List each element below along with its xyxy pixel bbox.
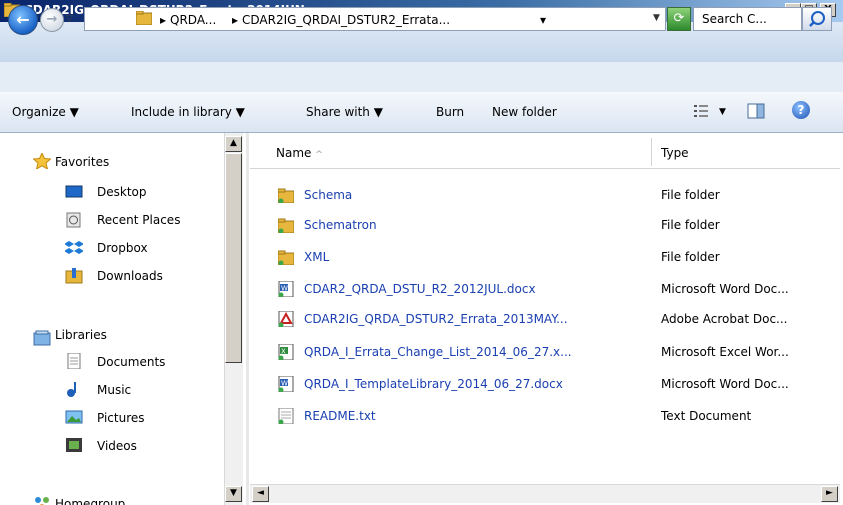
file-type: File folder: [661, 188, 720, 202]
organize-button[interactable]: Organize ▼: [12, 105, 79, 119]
scroll-up-icon[interactable]: ▲: [225, 136, 242, 152]
history-dropdown-icon[interactable]: ▽: [66, 14, 73, 24]
folder-icon: [136, 11, 152, 25]
search-input[interactable]: Search C...: [693, 7, 802, 31]
nav-videos[interactable]: Videos: [97, 439, 137, 453]
file-type: Microsoft Word Doc...: [661, 377, 789, 391]
toolbar-gap: [0, 62, 843, 92]
back-arrow-icon: ←: [16, 10, 30, 29]
sort-ascending-icon: ^: [315, 150, 323, 160]
new-folder-button[interactable]: New folder: [492, 105, 557, 119]
file-row[interactable]: Schematron File folder: [250, 212, 840, 240]
file-row[interactable]: CDAR2IG_QRDA_DSTUR2_Errata_2013MAY... Ad…: [250, 306, 840, 334]
file-name[interactable]: CDAR2IG_QRDA_DSTUR2_Errata_2013MAY...: [304, 312, 568, 326]
file-row[interactable]: Schema File folder: [250, 182, 840, 210]
file-type: File folder: [661, 250, 720, 264]
breadcrumb-separator-icon[interactable]: ▸: [232, 13, 238, 27]
navigation-pane: Favorites Desktop Recent Places Dropbox …: [0, 133, 246, 505]
file-name[interactable]: Schema: [304, 188, 352, 202]
excel-doc-icon: X: [278, 344, 294, 360]
command-bar: [0, 92, 843, 133]
downloads-icon: [65, 268, 83, 284]
svg-text:X: X: [281, 348, 286, 356]
homegroup-icon: [35, 497, 49, 505]
help-icon[interactable]: ?: [792, 101, 810, 119]
file-name[interactable]: README.txt: [304, 409, 376, 423]
file-type: Microsoft Word Doc...: [661, 282, 789, 296]
burn-button[interactable]: Burn: [436, 105, 464, 119]
file-type: Adobe Acrobat Doc...: [661, 312, 788, 326]
recent-places-icon: [66, 212, 81, 228]
pdf-icon: [278, 311, 294, 327]
svg-text:W: W: [281, 380, 288, 388]
favorites-star-icon: [33, 153, 51, 169]
pane-splitter[interactable]: [246, 133, 249, 505]
breadcrumb-item[interactable]: CDAR2IG_QRDAI_DSTUR2_Errata...: [242, 13, 450, 27]
horizontal-scrollbar[interactable]: [250, 484, 840, 503]
file-type: Text Document: [661, 409, 752, 423]
scroll-right-icon[interactable]: ►: [821, 486, 838, 502]
forward-arrow-icon: →: [46, 12, 58, 27]
forward-button[interactable]: →: [40, 8, 64, 32]
share-with-button[interactable]: Share with ▼: [306, 105, 383, 119]
breadcrumb-separator-icon[interactable]: ▸: [160, 13, 166, 27]
nav-desktop[interactable]: Desktop: [97, 185, 147, 199]
scroll-down-icon[interactable]: ▼: [225, 486, 242, 502]
folder-icon: [278, 218, 294, 233]
nav-libraries[interactable]: Libraries: [55, 328, 107, 342]
view-dropdown-icon[interactable]: ▼: [719, 107, 726, 117]
scroll-left-icon[interactable]: ◄: [252, 486, 269, 502]
desktop-icon: [65, 185, 83, 198]
file-row[interactable]: XML File folder: [250, 244, 840, 272]
address-dropdown-icon[interactable]: ▼: [653, 13, 660, 23]
word-doc-icon: W: [278, 281, 294, 297]
include-in-library-button[interactable]: Include in library ▼: [131, 105, 245, 119]
preview-pane-icon[interactable]: [747, 103, 765, 119]
dropbox-icon: [65, 241, 83, 254]
column-header-row: [250, 136, 840, 169]
videos-icon: [66, 438, 82, 452]
refresh-icon: ⟳: [673, 11, 685, 26]
file-name[interactable]: QRDA_I_TemplateLibrary_2014_06_27.docx: [304, 377, 563, 391]
svg-text:W: W: [281, 285, 288, 293]
column-separator[interactable]: [651, 138, 652, 166]
search-icon: [809, 11, 825, 27]
nav-pictures[interactable]: Pictures: [97, 411, 145, 425]
folder-icon: [278, 250, 294, 265]
breadcrumb-item[interactable]: QRDA...: [170, 13, 216, 27]
word-doc-icon: W: [278, 376, 294, 392]
file-row[interactable]: README.txt Text Document: [250, 403, 840, 431]
file-row[interactable]: W CDAR2_QRDA_DSTU_R2_2012JUL.docx Micros…: [250, 276, 840, 304]
view-options-icon[interactable]: [694, 105, 708, 117]
nav-music[interactable]: Music: [97, 383, 131, 397]
pictures-icon: [65, 410, 83, 424]
file-type: File folder: [661, 218, 720, 232]
refresh-button[interactable]: ⟳: [667, 7, 691, 31]
folder-icon: [278, 188, 294, 203]
text-file-icon: [278, 408, 294, 424]
nav-homegroup[interactable]: Homegroup: [55, 497, 125, 505]
column-header-type[interactable]: Type: [661, 146, 689, 160]
file-name[interactable]: QRDA_I_Errata_Change_List_2014_06_27.x..…: [304, 345, 572, 359]
music-icon: [67, 382, 76, 397]
file-name[interactable]: CDAR2_QRDA_DSTU_R2_2012JUL.docx: [304, 282, 536, 296]
nav-dropbox[interactable]: Dropbox: [97, 241, 148, 255]
column-header-name[interactable]: Name ^: [276, 146, 323, 160]
file-name[interactable]: XML: [304, 250, 329, 264]
file-row[interactable]: W QRDA_I_TemplateLibrary_2014_06_27.docx…: [250, 371, 840, 399]
documents-icon: [67, 353, 81, 369]
nav-recent-places[interactable]: Recent Places: [97, 213, 180, 227]
back-button[interactable]: ←: [8, 5, 38, 35]
search-button[interactable]: [802, 7, 832, 31]
file-name[interactable]: Schematron: [304, 218, 377, 232]
nav-downloads[interactable]: Downloads: [97, 269, 163, 283]
nav-documents[interactable]: Documents: [97, 355, 165, 369]
breadcrumb-separator-icon[interactable]: ▾: [540, 13, 546, 27]
libraries-icon: [33, 330, 51, 346]
nav-scroll-thumb[interactable]: [225, 153, 242, 363]
file-type: Microsoft Excel Wor...: [661, 345, 789, 359]
file-row[interactable]: X QRDA_I_Errata_Change_List_2014_06_27.x…: [250, 339, 840, 367]
nav-favorites[interactable]: Favorites: [55, 155, 109, 169]
